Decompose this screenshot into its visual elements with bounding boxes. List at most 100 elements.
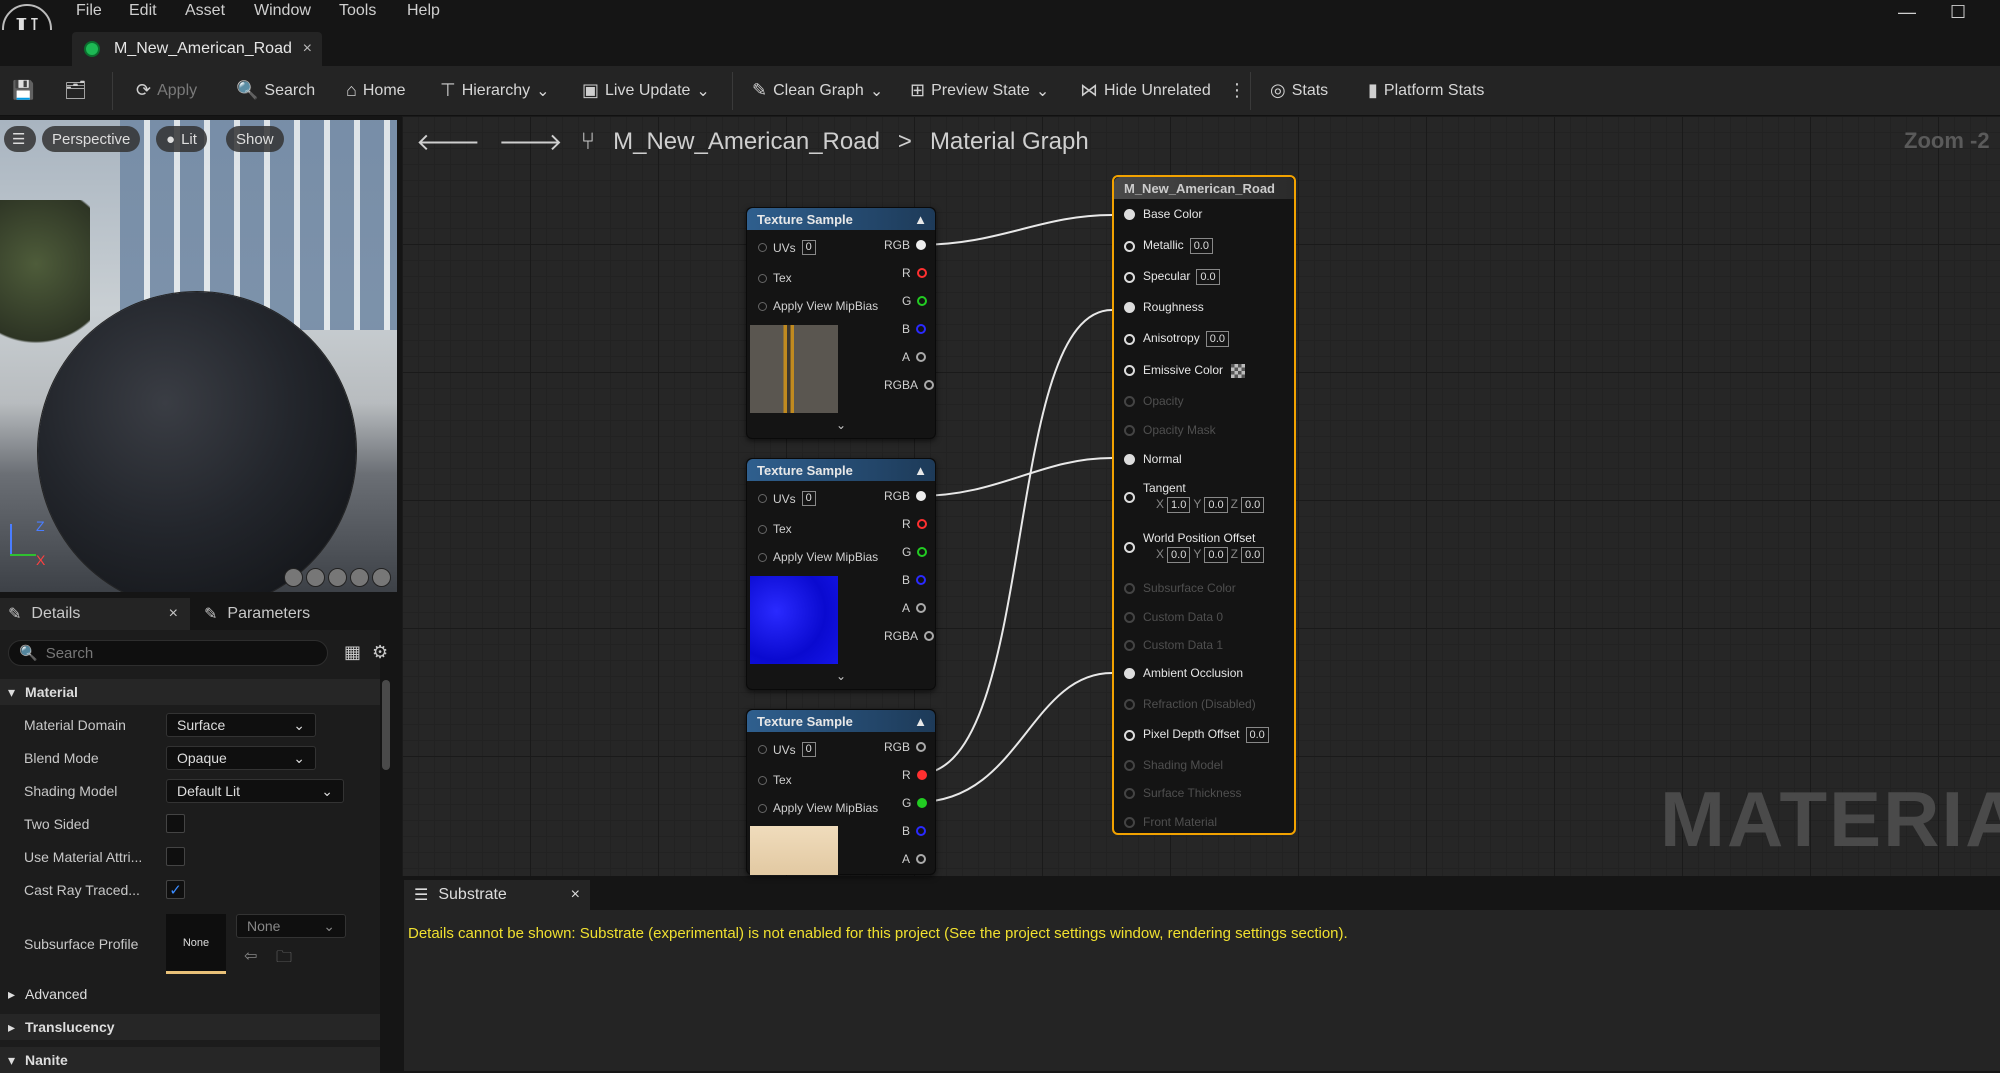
pin-rgba[interactable]: RGBA xyxy=(884,629,934,643)
apply-button[interactable]: ⟳Apply xyxy=(136,80,197,101)
material-input-normal[interactable]: Normal xyxy=(1124,452,1182,466)
platform-stats-button[interactable]: ▮Platform Stats xyxy=(1368,80,1484,101)
input-pin[interactable] xyxy=(1124,241,1135,252)
input-value[interactable]: 0.0 xyxy=(1246,727,1269,743)
save-icon[interactable]: 💾 xyxy=(12,80,34,101)
menu-window[interactable]: Window xyxy=(254,2,311,20)
preview-shape-selector[interactable] xyxy=(284,568,392,588)
maximize-icon[interactable]: ☐ xyxy=(1950,2,1966,23)
material-input-pixel-depth-offset[interactable]: Pixel Depth Offset0.0 xyxy=(1124,727,1269,743)
close-tab-icon[interactable]: × xyxy=(303,40,312,58)
pin-tex[interactable]: Tex xyxy=(758,271,792,285)
vector-component[interactable]: 1.0 xyxy=(1167,497,1190,513)
pin-a[interactable]: A xyxy=(902,350,926,364)
expand-chevron-icon[interactable]: ⌄ xyxy=(836,418,846,432)
section-advanced[interactable]: ▸Advanced xyxy=(0,981,380,1007)
menu-file[interactable]: File xyxy=(76,2,102,20)
vector-component[interactable]: 0.0 xyxy=(1241,497,1264,513)
table-view-icon[interactable]: ▦ xyxy=(344,642,361,663)
input-pin[interactable] xyxy=(1124,492,1135,503)
pin-a[interactable]: A xyxy=(902,852,926,866)
material-input-anisotropy[interactable]: Anisotropy0.0 xyxy=(1124,331,1229,347)
plane-icon[interactable] xyxy=(328,568,347,587)
close-details-icon[interactable]: × xyxy=(169,605,178,623)
pin-uvs[interactable]: UVs0 xyxy=(758,240,816,255)
viewport-menu-icon[interactable]: ☰ xyxy=(4,126,36,152)
cube-icon[interactable] xyxy=(350,568,369,587)
pin-r[interactable]: R xyxy=(902,768,927,782)
hierarchy-button[interactable]: ⊤Hierarchy⌄ xyxy=(440,80,550,101)
input-pin[interactable] xyxy=(1124,272,1135,283)
input-pin[interactable] xyxy=(1124,730,1135,741)
input-pin[interactable] xyxy=(1124,542,1135,553)
material-input-roughness[interactable]: Roughness xyxy=(1124,300,1204,314)
material-input-ambient-occlusion[interactable]: Ambient Occlusion xyxy=(1124,666,1243,680)
pin-g[interactable]: G xyxy=(902,796,927,810)
menu-edit[interactable]: Edit xyxy=(129,2,157,20)
material-input-world-position-offset[interactable]: World Position OffsetX0.0Y0.0Z0.0 xyxy=(1124,531,1264,563)
pin-a[interactable]: A xyxy=(902,601,926,615)
pin-b[interactable]: B xyxy=(902,573,926,587)
material-input-metallic[interactable]: Metallic0.0 xyxy=(1124,238,1213,254)
subsurface-profile-dropdown[interactable]: None⌄ xyxy=(236,914,346,938)
section-translucency[interactable]: ▸Translucency xyxy=(0,1014,380,1040)
vector-component[interactable]: 0.0 xyxy=(1241,547,1264,563)
pin-uvs[interactable]: UVs0 xyxy=(758,491,816,506)
custom-mesh-icon[interactable] xyxy=(372,568,391,587)
browse-asset-icon[interactable]: 🗀 xyxy=(276,946,292,973)
pin-mipbias[interactable]: Apply View MipBias xyxy=(758,550,878,564)
forward-arrow-icon[interactable]: 🡒 xyxy=(498,127,562,157)
tab-substrate[interactable]: ☰ Substrate × xyxy=(404,880,590,910)
document-tab[interactable]: M_New_American_Road × xyxy=(72,32,322,66)
cylinder-icon[interactable] xyxy=(284,568,303,587)
input-pin[interactable] xyxy=(1124,334,1135,345)
menu-help[interactable]: Help xyxy=(407,2,440,20)
shading-model-dropdown[interactable]: Default Lit⌄ xyxy=(166,779,344,803)
blend-mode-dropdown[interactable]: Opaque⌄ xyxy=(166,746,316,770)
material-domain-dropdown[interactable]: Surface⌄ xyxy=(166,713,316,737)
close-substrate-icon[interactable]: × xyxy=(571,886,580,904)
subsurface-profile-thumbnail[interactable]: None xyxy=(166,914,226,974)
pin-r[interactable]: R xyxy=(902,517,927,531)
lit-button[interactable]: ●Lit xyxy=(156,126,207,152)
hide-unrelated-button[interactable]: ⋈Hide Unrelated xyxy=(1080,80,1211,101)
section-material[interactable]: ▾Material xyxy=(0,679,380,705)
tab-details[interactable]: ✎ Details × xyxy=(0,598,190,630)
vector-component[interactable]: 0.0 xyxy=(1167,547,1190,563)
collapse-icon[interactable]: ▲ xyxy=(914,212,927,227)
collapse-icon[interactable]: ▲ xyxy=(914,714,927,729)
pin-b[interactable]: B xyxy=(902,824,926,838)
details-search-input[interactable]: 🔍 Search xyxy=(8,640,328,666)
cast-ray-traced-checkbox[interactable]: ✓ xyxy=(166,880,185,899)
material-input-specular[interactable]: Specular0.0 xyxy=(1124,269,1220,285)
clean-graph-button[interactable]: ✎Clean Graph⌄ xyxy=(752,80,883,101)
breadcrumb-root[interactable]: M_New_American_Road xyxy=(613,128,880,156)
perspective-button[interactable]: Perspective xyxy=(42,126,140,152)
settings-gear-icon[interactable]: ⚙ xyxy=(372,642,388,663)
pin-g[interactable]: G xyxy=(902,294,927,308)
color-swatch[interactable] xyxy=(1231,364,1245,378)
pin-mipbias[interactable]: Apply View MipBias xyxy=(758,299,878,313)
minimize-icon[interactable]: — xyxy=(1898,2,1916,23)
search-button[interactable]: 🔍Search xyxy=(236,80,315,101)
pin-g[interactable]: G xyxy=(902,545,927,559)
pin-tex[interactable]: Tex xyxy=(758,773,792,787)
input-pin[interactable] xyxy=(1124,209,1135,220)
pin-uvs[interactable]: UVs0 xyxy=(758,742,816,757)
material-input-base-color[interactable]: Base Color xyxy=(1124,207,1202,221)
sphere-icon[interactable] xyxy=(306,568,325,587)
pin-rgb[interactable]: RGB xyxy=(884,489,926,503)
menu-asset[interactable]: Asset xyxy=(185,2,225,20)
details-scrollbar[interactable] xyxy=(382,680,390,770)
input-pin[interactable] xyxy=(1124,454,1135,465)
input-value[interactable]: 0.0 xyxy=(1196,269,1219,285)
input-value[interactable]: 0.0 xyxy=(1190,238,1213,254)
show-button[interactable]: Show xyxy=(226,126,284,152)
pin-tex[interactable]: Tex xyxy=(758,522,792,536)
menu-tools[interactable]: Tools xyxy=(339,2,376,20)
browse-icon[interactable]: 🗂 xyxy=(64,80,87,101)
pin-rgba[interactable]: RGBA xyxy=(884,378,934,392)
pin-rgb[interactable]: RGB xyxy=(884,740,926,754)
input-pin[interactable] xyxy=(1124,668,1135,679)
material-input-tangent[interactable]: TangentX1.0Y0.0Z0.0 xyxy=(1124,481,1264,513)
